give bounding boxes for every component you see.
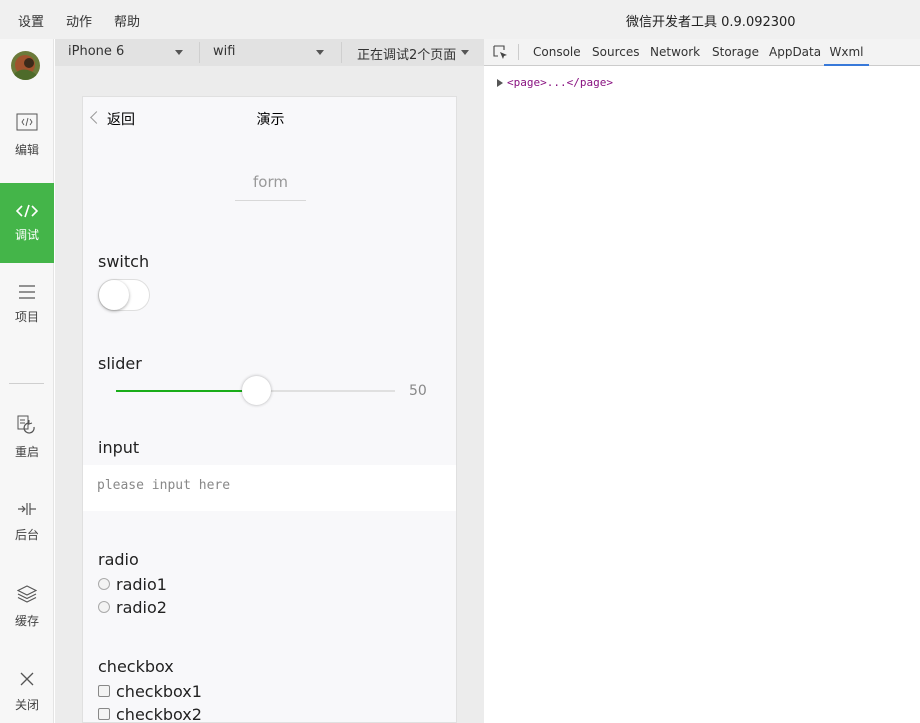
menubar: 设置 动作 帮助 微信开发者工具 0.9.092300 [0,0,920,39]
tab-network[interactable]: Network [650,45,700,66]
switch-label: switch [98,252,150,271]
sidebar-item-close[interactable]: 关闭 [0,655,54,723]
chevron-down-icon [175,50,183,55]
chevron-down-icon [316,50,324,55]
form-title: form [235,173,306,201]
restart-icon [0,415,54,439]
nav-title: 演示 [256,112,285,128]
slider-value: 50 [409,383,427,399]
debug-pages-value: 正在调试2个页面 [357,48,457,63]
tab-console[interactable]: Console [533,45,581,66]
tab-appdata[interactable]: AppData [769,45,821,66]
radio-label: radio [98,550,139,569]
menu-lines-icon [0,285,54,303]
sidebar-item-debug[interactable]: 调试 [0,183,54,263]
radio-button[interactable] [98,578,110,590]
slider-thumb[interactable] [241,376,271,405]
app-title: 微信开发者工具 0.9.092300 [626,15,796,30]
dom-tree-node[interactable]: <page>...</page> [507,76,613,89]
sidebar-item-project[interactable]: 项目 [0,265,54,345]
checkbox-label: checkbox [98,657,174,676]
slider-fill [116,390,256,392]
text-input[interactable] [97,478,437,493]
simulator-panel: iPhone 6 wifi 正在调试2个页面 返回 演示 form switch… [55,39,484,723]
input-container [83,465,456,511]
devtools-tabbar: Console Sources Network Storage AppData … [484,39,920,66]
sidebar-item-label: 后台 [14,528,39,542]
sidebar-item-edit[interactable]: 编辑 [0,101,54,181]
phone-navbar: 返回 演示 [83,97,456,139]
sidebar: 编辑 调试 项目 重启 后台 缓存 关闭 [0,39,54,723]
phone-screen: 返回 演示 form switch slider 50 input radio … [82,96,457,723]
checkbox[interactable] [98,708,110,720]
menu-actions[interactable]: 动作 [66,11,92,30]
close-icon [0,672,54,690]
tab-sources[interactable]: Sources [592,45,639,66]
toolbar-separator [341,42,342,63]
radio-button[interactable] [98,601,110,613]
radio-option-label: radio2 [116,598,167,617]
layers-icon [0,585,54,607]
code-brackets-icon [0,204,54,222]
sidebar-item-label: 重启 [14,445,39,459]
checkbox[interactable] [98,685,110,697]
toolbar-separator [518,44,519,60]
device-select[interactable]: iPhone 6 [55,39,195,66]
checkbox-option-label: checkbox2 [116,705,202,723]
slider-label: slider [98,354,142,373]
sidebar-item-background[interactable]: 后台 [0,483,54,563]
tab-wxml[interactable]: Wxml [824,45,869,66]
sidebar-divider [9,383,44,384]
code-file-icon [0,113,54,135]
chevron-down-icon [461,50,469,55]
menu-help[interactable]: 帮助 [114,11,140,30]
expand-triangle-icon[interactable] [497,79,503,87]
inspect-element-icon[interactable] [493,45,508,64]
device-select-value: iPhone 6 [68,44,125,59]
sidebar-item-restart[interactable]: 重启 [0,399,54,479]
avatar[interactable] [11,51,40,80]
menu-settings[interactable]: 设置 [18,11,44,30]
network-select-value: wifi [213,44,236,59]
switch-knob [99,280,129,310]
sidebar-item-label: 调试 [14,228,39,242]
input-label: input [98,438,140,457]
sidebar-item-label: 编辑 [14,143,39,157]
sidebar-item-cache[interactable]: 缓存 [0,569,54,649]
sidebar-item-label: 缓存 [14,614,39,628]
devtools-panel: Console Sources Network Storage AppData … [484,39,920,723]
radio-option-label: radio1 [116,575,167,594]
slider-track[interactable] [116,376,395,405]
network-select[interactable]: wifi [200,39,336,66]
tab-storage[interactable]: Storage [712,45,759,66]
switch-toggle[interactable] [98,279,150,311]
sidebar-item-label: 项目 [14,310,39,324]
checkbox-option-label: checkbox1 [116,682,202,701]
sidebar-item-label: 关闭 [14,698,39,712]
background-icon [0,501,54,521]
debug-pages-select[interactable]: 正在调试2个页面 [344,39,481,66]
simulator-toolbar: iPhone 6 wifi 正在调试2个页面 [55,39,484,66]
